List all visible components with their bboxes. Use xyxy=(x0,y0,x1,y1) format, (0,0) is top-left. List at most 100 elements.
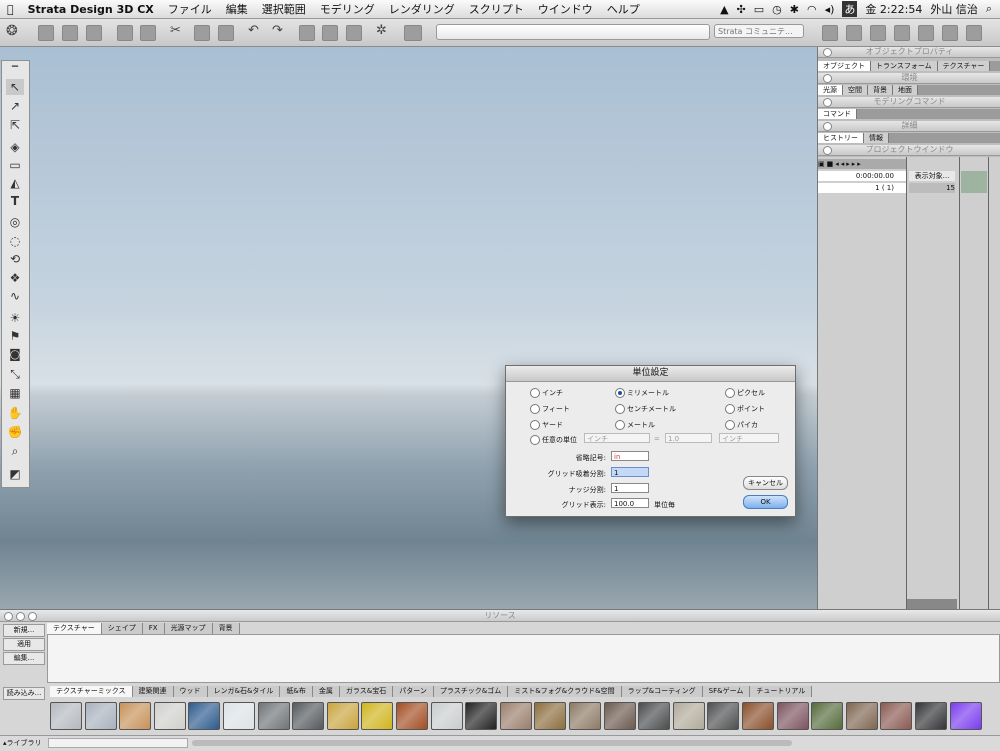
tab-texture-mix[interactable]: テクスチャーミックス xyxy=(50,686,133,697)
paint-tool-icon[interactable]: ◭ xyxy=(6,175,24,191)
menu-edit[interactable]: 編集 xyxy=(219,1,255,17)
edit-button[interactable]: 編集... xyxy=(3,652,45,665)
close-icon[interactable] xyxy=(823,146,832,155)
radio-feet[interactable] xyxy=(530,404,540,414)
tab-shape[interactable]: シェイプ xyxy=(101,623,143,634)
texture-swatch[interactable] xyxy=(742,702,774,730)
menu-user[interactable]: 外山 信治 xyxy=(930,1,978,17)
tab-light-map[interactable]: 光源マップ xyxy=(164,623,213,634)
tab-mist-fog-cloud[interactable]: ミスト&フォグ&クラウド&空間 xyxy=(508,686,622,697)
abbreviation-field[interactable]: in xyxy=(611,451,649,461)
radio-pica[interactable] xyxy=(725,420,735,430)
texture-swatch[interactable] xyxy=(465,702,498,730)
light-icon[interactable] xyxy=(918,25,934,41)
tab-texture[interactable]: テクスチャー xyxy=(47,623,102,634)
library-dropdown[interactable] xyxy=(48,738,188,748)
display-icon[interactable]: ▭ xyxy=(754,3,764,16)
tab-wrap-coating[interactable]: ラップ&コーティング xyxy=(621,686,703,697)
new-resource-button[interactable]: 新規... xyxy=(3,624,45,637)
radio-yard[interactable] xyxy=(530,420,540,430)
align-icon[interactable] xyxy=(346,25,362,41)
tab-command[interactable]: コマンド xyxy=(818,109,857,119)
spotlight-tool-icon[interactable]: ⚑ xyxy=(6,328,24,344)
copy-icon[interactable] xyxy=(194,25,210,41)
texture-swatch[interactable] xyxy=(50,702,82,730)
tab-wood[interactable]: ウッド xyxy=(173,686,208,697)
zoom-window-icon[interactable] xyxy=(28,612,37,621)
time-field[interactable]: 0:00:00.00 xyxy=(818,171,906,181)
text-tool-icon[interactable]: T xyxy=(6,193,24,209)
grid-tool-icon[interactable]: ▦ xyxy=(6,385,24,401)
fan-icon[interactable]: ✣ xyxy=(737,3,746,16)
selection-tool-icon[interactable]: ↖ xyxy=(6,79,24,95)
measure-tool-icon[interactable]: ⤡ xyxy=(6,366,24,382)
custom-unit-select[interactable]: インチ xyxy=(719,433,779,443)
tab-background[interactable]: 背景 xyxy=(868,85,893,95)
material-icon[interactable] xyxy=(966,25,982,41)
tab-glass-gem[interactable]: ガラス&宝石 xyxy=(339,686,394,697)
tab-object[interactable]: オブジェクト xyxy=(818,61,871,71)
tab-transform[interactable]: トランスフォーム xyxy=(871,61,938,71)
snap-icon[interactable]: ✲ xyxy=(376,23,387,38)
uv-icon[interactable] xyxy=(404,25,422,41)
palette-collapse-icon[interactable]: ▔ xyxy=(6,63,24,79)
texture-swatch[interactable] xyxy=(915,702,947,730)
texture-swatch[interactable] xyxy=(223,702,255,730)
texture-swatch[interactable] xyxy=(672,702,705,730)
app-menu[interactable]: Strata Design 3D CX xyxy=(21,3,161,16)
frame-select-icon[interactable] xyxy=(299,25,315,41)
load-button[interactable]: 読み込み... xyxy=(3,687,45,700)
render-tool-icon[interactable]: ◩ xyxy=(6,466,24,482)
tab-pattern[interactable]: パターン xyxy=(393,686,434,697)
texture-swatch[interactable] xyxy=(569,702,601,730)
tab-light[interactable]: 光源 xyxy=(818,85,843,95)
menu-clock[interactable]: 金 2:22:54 xyxy=(865,1,922,17)
close-icon[interactable] xyxy=(823,122,832,131)
camera-icon[interactable] xyxy=(870,25,886,41)
tab-sf-game[interactable]: SF&ゲーム xyxy=(702,686,751,697)
orbit-tool-icon[interactable]: ✊ xyxy=(6,424,24,440)
radio-pixel[interactable] xyxy=(725,388,735,398)
community-select[interactable]: Strata コミュニテ... xyxy=(714,24,804,38)
tab-plastic-rubber[interactable]: プラスチック&ゴム xyxy=(433,686,509,697)
tab-background[interactable]: 背景 xyxy=(212,623,240,634)
texture-swatch[interactable] xyxy=(326,702,359,730)
texture-swatch[interactable] xyxy=(638,702,671,730)
close-icon[interactable] xyxy=(823,48,832,57)
apply-button[interactable]: 適用 xyxy=(3,638,45,651)
view-cube-icon[interactable] xyxy=(822,25,838,41)
apple-icon[interactable]:  xyxy=(0,3,21,16)
group-icon[interactable] xyxy=(322,25,338,41)
menu-modeling[interactable]: モデリング xyxy=(313,1,382,17)
cancel-button[interactable]: キャンセル xyxy=(743,476,788,490)
cut-icon[interactable]: ✂ xyxy=(170,23,181,38)
bluetooth-icon[interactable]: ✱ xyxy=(790,3,799,16)
texture-swatch[interactable] xyxy=(534,702,567,730)
texture-swatch[interactable] xyxy=(257,702,290,730)
radio-millimeter[interactable] xyxy=(615,388,625,398)
tab-tutorial[interactable]: チュートリアル xyxy=(750,686,813,697)
radio-custom-unit[interactable] xyxy=(530,435,540,445)
nudge-field[interactable]: 1 xyxy=(611,483,649,493)
tab-paper-cloth[interactable]: 紙&布 xyxy=(280,686,313,697)
paste-icon[interactable] xyxy=(218,25,234,41)
timeline-scrollbar[interactable] xyxy=(907,599,957,609)
camera-tool-icon[interactable]: ◙ xyxy=(6,346,24,362)
menu-selection[interactable]: 選択範囲 xyxy=(255,1,313,17)
open-file-icon[interactable] xyxy=(62,25,78,41)
texture-swatch[interactable] xyxy=(811,702,844,730)
boolean-tool-icon[interactable]: ❖ xyxy=(6,270,24,286)
radio-inch[interactable] xyxy=(530,388,540,398)
texture-swatch[interactable] xyxy=(292,702,325,730)
texture-swatch[interactable] xyxy=(880,702,913,730)
cube-tool-icon[interactable]: ◈ xyxy=(6,139,24,155)
texture-swatch[interactable] xyxy=(845,702,878,730)
import-image-icon[interactable] xyxy=(117,25,133,41)
tab-history[interactable]: ヒストリー xyxy=(818,133,864,143)
extrude-tool-icon[interactable]: ◌ xyxy=(6,233,24,249)
radio-point[interactable] xyxy=(725,404,735,414)
undo-icon[interactable]: ↶ xyxy=(248,23,259,38)
texture-swatch[interactable] xyxy=(188,702,221,730)
tab-fx[interactable]: FX xyxy=(142,623,165,634)
menu-script[interactable]: スクリプト xyxy=(462,1,531,17)
